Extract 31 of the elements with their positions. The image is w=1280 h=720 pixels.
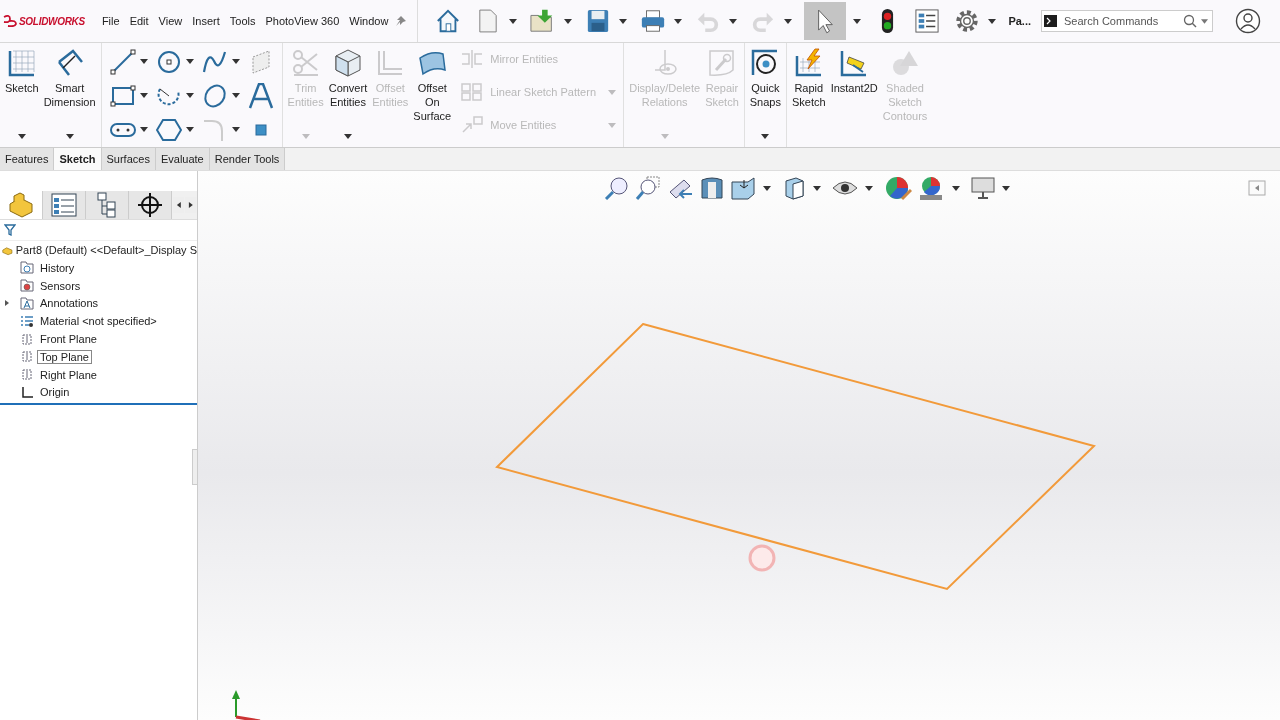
menu-item[interactable]: PhotoView 360: [260, 15, 345, 27]
tree-item[interactable]: Front Plane: [37, 332, 100, 347]
profile-label[interactable]: Pa...: [1008, 15, 1031, 27]
tree-item[interactable]: Sensors: [37, 278, 84, 293]
ribbon-button[interactable]: Sketch: [3, 46, 41, 143]
menu-item[interactable]: Edit: [124, 15, 154, 27]
tree-item[interactable]: Right Plane: [37, 367, 100, 382]
ribbon-button[interactable]: Quick Snaps: [747, 46, 783, 143]
tree-item[interactable]: Annotations: [37, 296, 102, 311]
ribbon-tab[interactable]: Evaluate: [155, 148, 210, 170]
logo: SOLIDWORKS: [0, 15, 97, 27]
tree-item[interactable]: Top Plane: [37, 349, 92, 364]
menu-item[interactable]: Window: [344, 15, 394, 27]
menu-item[interactable]: View: [153, 15, 188, 27]
ribbon-button[interactable]: Instant2D: [828, 46, 880, 143]
ribbon-button[interactable]: Offset On Surface: [411, 46, 454, 143]
tree-item[interactable]: Material <not specified>: [37, 314, 160, 329]
search-field[interactable]: Search Commands: [1041, 10, 1213, 32]
tree-item[interactable]: Part8 (Default) <<Default>_Display S: [15, 244, 197, 256]
menu-item[interactable]: Insert: [187, 15, 225, 27]
menu-item[interactable]: File: [96, 15, 125, 27]
ribbon-button[interactable]: Rapid Sketch: [790, 46, 828, 143]
ribbon-tab[interactable]: Surfaces: [101, 148, 156, 170]
ribbon-button[interactable]: Convert Entities: [326, 46, 370, 143]
ribbon-button[interactable]: Smart Dimension: [41, 46, 98, 143]
menu-item[interactable]: Tools: [224, 15, 261, 27]
ribbon-tab[interactable]: Features: [0, 148, 55, 170]
tree-item[interactable]: History: [37, 260, 78, 275]
tree-item[interactable]: Origin: [37, 385, 73, 400]
ribbon-tab[interactable]: Sketch: [54, 148, 102, 170]
ribbon-tab[interactable]: Render Tools: [209, 148, 286, 170]
